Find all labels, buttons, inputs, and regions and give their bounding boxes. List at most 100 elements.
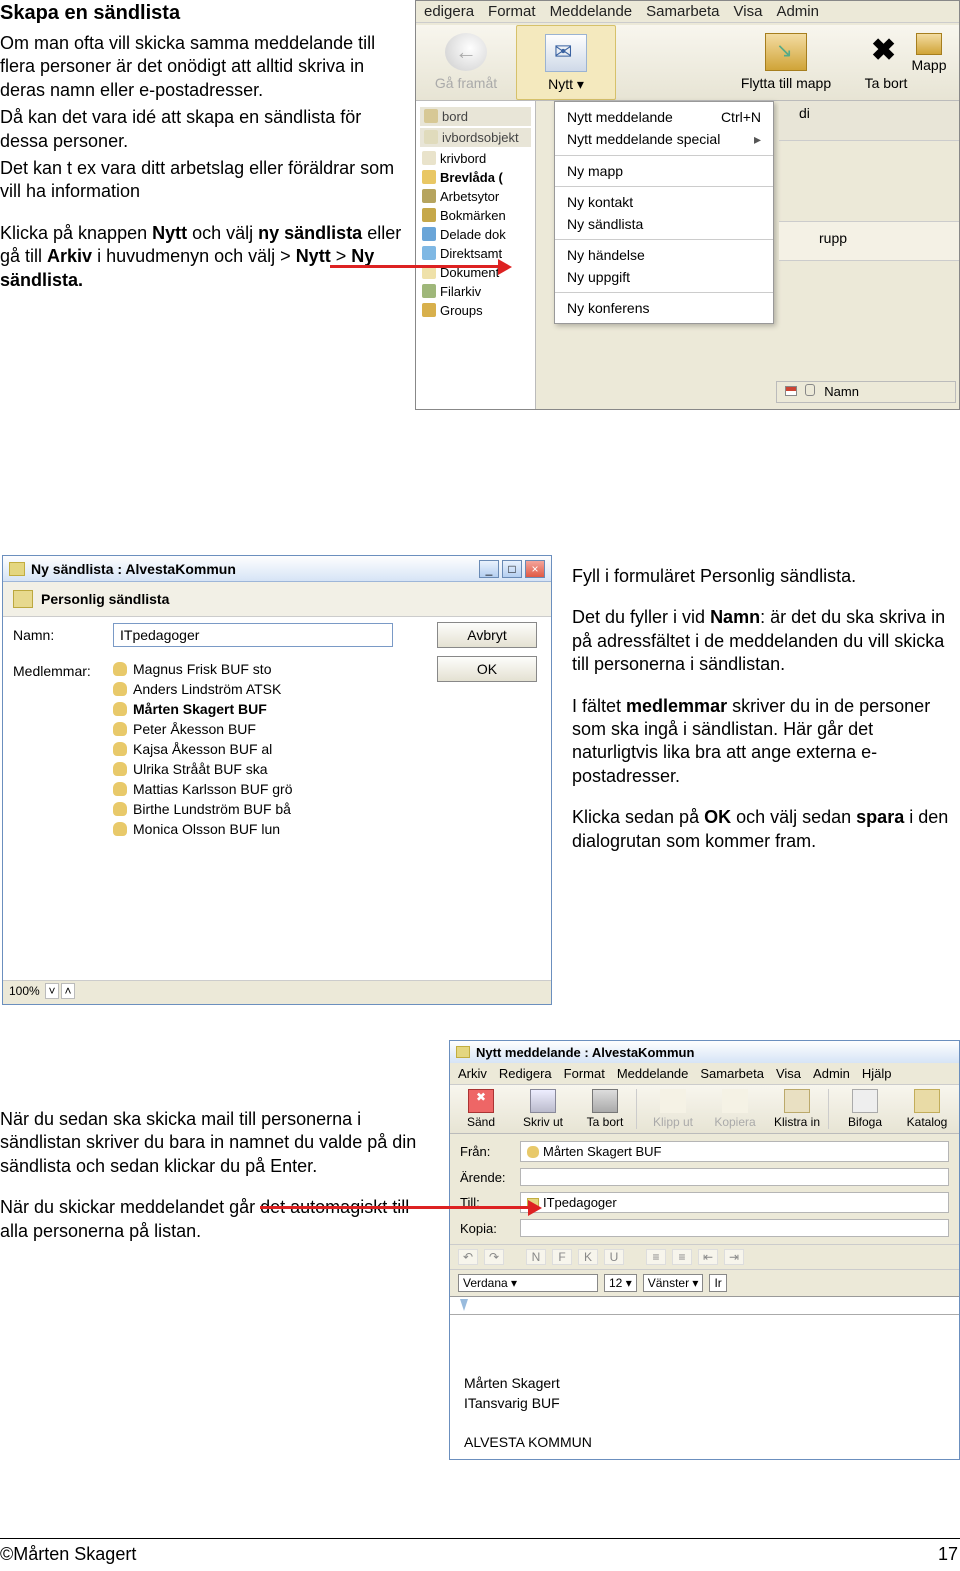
- menu-format[interactable]: Format: [488, 3, 536, 20]
- font-select[interactable]: Verdana ▾: [458, 1274, 598, 1292]
- field-till[interactable]: ITpedagoger: [520, 1192, 949, 1213]
- label-arende: Ärende:: [460, 1170, 520, 1185]
- extra-select[interactable]: Ir: [709, 1274, 726, 1292]
- red-arrow-to-ny-sandlista: [330, 263, 510, 271]
- minimize-button[interactable]: _: [479, 560, 499, 578]
- folder-icon: [916, 33, 942, 55]
- menu-meddelande[interactable]: Meddelande: [550, 3, 633, 20]
- tb-klistra[interactable]: Klistra in: [766, 1085, 828, 1133]
- drop-nytt-medd[interactable]: Nytt meddelandeCtrl+N: [555, 106, 773, 128]
- menu-meddelande[interactable]: Meddelande: [617, 1066, 689, 1081]
- side-grp[interactable]: Groups: [420, 301, 531, 320]
- drop-ny-kontakt[interactable]: Ny kontakt: [555, 191, 773, 213]
- side-dir[interactable]: Direktsamt: [420, 244, 531, 263]
- drop-ny-handelse[interactable]: Ny händelse: [555, 244, 773, 266]
- zoom-value: 100%: [9, 984, 40, 998]
- side-bord[interactable]: bord: [420, 107, 531, 126]
- style-bold[interactable]: F: [552, 1249, 572, 1265]
- label-medlemmar: Medlemmar:: [13, 659, 113, 679]
- field-fran[interactable]: Mårten Skagert BUF: [520, 1141, 949, 1162]
- redo-button[interactable]: ↷: [484, 1249, 504, 1265]
- person-icon: [113, 762, 127, 776]
- style-normal[interactable]: N: [526, 1249, 546, 1265]
- menu-admin[interactable]: Admin: [776, 3, 819, 20]
- list-button[interactable]: ≡: [672, 1249, 692, 1265]
- side-tree: bord ivbordsobjekt krivbord Brevlåda ( A…: [416, 101, 536, 409]
- member-item[interactable]: Peter Åkesson BUF: [113, 719, 293, 739]
- avbryt-button[interactable]: Avbryt: [437, 622, 537, 648]
- menu-format[interactable]: Format: [564, 1066, 605, 1081]
- member-item[interactable]: Ulrika Strååt BUF ska: [113, 759, 293, 779]
- close-button[interactable]: ×: [525, 560, 545, 578]
- groups-icon: [422, 303, 436, 317]
- menu-visa[interactable]: Visa: [734, 3, 763, 20]
- drop-ny-konferens[interactable]: Ny konferens: [555, 297, 773, 319]
- column-header-namn[interactable]: Namn: [776, 381, 956, 403]
- zoom-up[interactable]: ˄: [61, 983, 75, 999]
- member-item[interactable]: Anders Lindström ATSK: [113, 679, 293, 699]
- align-select[interactable]: Vänster ▾: [643, 1274, 704, 1292]
- menu-visa[interactable]: Visa: [776, 1066, 801, 1081]
- drop-nytt-spec[interactable]: Nytt meddelande special: [555, 128, 773, 151]
- member-item[interactable]: Mattias Karlsson BUF grö: [113, 779, 293, 799]
- tb-nytt[interactable]: Nytt ▾: [516, 25, 616, 100]
- maximize-button[interactable]: □: [502, 560, 522, 578]
- tb-mapp[interactable]: Mapp: [899, 27, 959, 73]
- undo-button[interactable]: ↶: [458, 1249, 478, 1265]
- field-kopia[interactable]: [520, 1219, 949, 1237]
- zoom-down[interactable]: ˅: [45, 983, 59, 999]
- drop-ny-uppgift[interactable]: Ny uppgift: [555, 266, 773, 288]
- message-body[interactable]: Mårten Skagert ITansvarig BUF ALVESTA KO…: [450, 1315, 959, 1460]
- desktop-icon: [424, 109, 438, 123]
- menu-samarbeta[interactable]: Samarbeta: [700, 1066, 764, 1081]
- side-brev[interactable]: Brevlåda (: [420, 168, 531, 187]
- tb-katalog[interactable]: Katalog: [896, 1085, 958, 1133]
- member-item[interactable]: Mårten Skagert BUF: [113, 699, 293, 719]
- tb-skriv-ut[interactable]: Skriv ut: [512, 1085, 574, 1133]
- field-arende[interactable]: [520, 1168, 949, 1186]
- members-list[interactable]: Magnus Frisk BUF sto Anders Lindström AT…: [113, 659, 293, 839]
- tab-marker-icon[interactable]: [460, 1299, 468, 1311]
- input-namn[interactable]: [113, 623, 393, 647]
- ruler[interactable]: [450, 1297, 959, 1315]
- side-bok[interactable]: Bokmärken: [420, 206, 531, 225]
- size-select[interactable]: 12 ▾: [604, 1274, 637, 1292]
- p-mid-2: Det du fyller i vid Namn: är det du ska …: [572, 606, 960, 676]
- indent-out[interactable]: ⇤: [698, 1249, 718, 1265]
- member-item[interactable]: Birthe Lundström BUF bå: [113, 799, 293, 819]
- tb-tabort[interactable]: Ta bort: [574, 1085, 636, 1133]
- tb-sand[interactable]: Sänd: [450, 1085, 512, 1133]
- ok-button[interactable]: OK: [437, 656, 537, 682]
- indent-in[interactable]: ⇥: [724, 1249, 744, 1265]
- person-icon: [113, 822, 127, 836]
- side-skriv[interactable]: krivbord: [420, 149, 531, 168]
- form-header: Personlig sändlista: [3, 582, 551, 617]
- menu-arkiv[interactable]: Arkiv: [458, 1066, 487, 1081]
- member-item[interactable]: Monica Olsson BUF lun: [113, 819, 293, 839]
- menu-admin[interactable]: Admin: [813, 1066, 850, 1081]
- side-fil[interactable]: Filarkiv: [420, 282, 531, 301]
- drop-ny-sandlista[interactable]: Ny sändlista: [555, 213, 773, 235]
- tb-bifoga[interactable]: Bifoga: [834, 1085, 896, 1133]
- style-underline[interactable]: U: [604, 1249, 624, 1265]
- heading: Skapa en sändlista: [0, 0, 410, 26]
- menu-redigera[interactable]: edigera: [424, 3, 474, 20]
- list-button[interactable]: ≡: [646, 1249, 666, 1265]
- menu-samarbeta[interactable]: Samarbeta: [646, 3, 719, 20]
- drop-ny-mapp[interactable]: Ny mapp: [555, 160, 773, 182]
- tb-flytta[interactable]: Flytta till mapp: [736, 25, 836, 100]
- menu-redigera[interactable]: Redigera: [499, 1066, 552, 1081]
- tb-kopiera[interactable]: Kopiera: [704, 1085, 766, 1133]
- menu-hjalp[interactable]: Hjälp: [862, 1066, 892, 1081]
- workspace-icon: [422, 189, 436, 203]
- style-italic[interactable]: K: [578, 1249, 598, 1265]
- member-item[interactable]: Kajsa Åkesson BUF al: [113, 739, 293, 759]
- side-del[interactable]: Delade dok: [420, 225, 531, 244]
- clip-icon: [805, 384, 815, 396]
- member-item[interactable]: Magnus Frisk BUF sto: [113, 659, 293, 679]
- side-obj[interactable]: ivbordsobjekt: [420, 128, 531, 147]
- p-mid-4: Klicka sedan på OK och välj sedan spara …: [572, 806, 960, 853]
- side-arb[interactable]: Arbetsytor: [420, 187, 531, 206]
- tb-klipp[interactable]: Klipp ut: [642, 1085, 704, 1133]
- tb-ga-framat: Gå framåt: [416, 25, 516, 100]
